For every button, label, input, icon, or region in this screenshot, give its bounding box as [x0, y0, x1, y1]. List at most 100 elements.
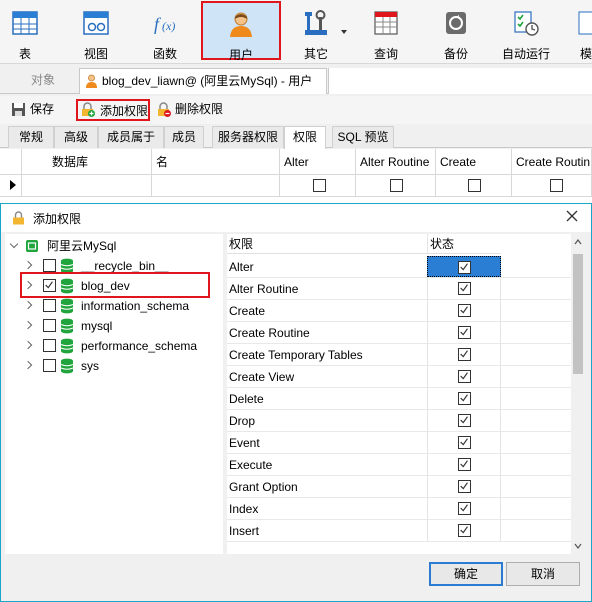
tree-item-db[interactable]: mysql — [5, 316, 223, 336]
toolbar-automation-button[interactable]: 自动运行 — [498, 0, 554, 62]
tab-general[interactable]: 常规 — [8, 126, 54, 148]
close-icon[interactable] — [565, 209, 579, 223]
tab-member-of[interactable]: 成员属于 — [98, 126, 164, 148]
checkbox[interactable] — [468, 179, 481, 192]
privilege-status-cell[interactable] — [427, 498, 501, 519]
privilege-checkbox-checked[interactable] — [458, 480, 471, 493]
privilege-checkbox-checked[interactable] — [458, 436, 471, 449]
cancel-button[interactable]: 取消 — [506, 562, 580, 586]
privilege-row[interactable]: Delete — [227, 388, 572, 410]
delete-privilege-button[interactable]: 删除权限 — [153, 99, 229, 121]
tab-members[interactable]: 成员 — [164, 126, 204, 148]
privilege-status-cell[interactable] — [427, 366, 501, 387]
privilege-status-cell[interactable] — [427, 454, 501, 475]
privilege-status-cell[interactable] — [427, 322, 501, 343]
chevron-right-icon[interactable] — [23, 360, 33, 370]
privilege-list-scrollbar[interactable] — [571, 234, 585, 554]
privilege-row[interactable]: Alter Routine — [227, 278, 572, 300]
toolbar-other-button[interactable]: 其它 — [287, 0, 347, 62]
grid-header-create[interactable]: Create — [436, 149, 512, 175]
privilege-row[interactable]: Create — [227, 300, 572, 322]
chevron-right-icon[interactable] — [23, 340, 33, 350]
grid-cell-name[interactable] — [152, 175, 280, 197]
privilege-status-cell[interactable] — [427, 410, 501, 431]
grid-header-database[interactable]: 数据库 — [22, 149, 152, 175]
privilege-checkbox-checked[interactable] — [458, 282, 471, 295]
scroll-up-icon[interactable] — [574, 238, 582, 246]
toolbar-view-button[interactable]: 视图 — [70, 0, 122, 62]
privilege-row[interactable]: Grant Option — [227, 476, 572, 498]
privilege-row[interactable]: Insert — [227, 520, 572, 542]
scrollbar-thumb[interactable] — [573, 254, 583, 374]
tab-objects[interactable]: 对象 — [8, 68, 78, 94]
toolbar-function-button[interactable]: f (x) 函数 — [140, 0, 190, 62]
tree-item-db[interactable]: information_schema — [5, 296, 223, 316]
db-checkbox[interactable] — [43, 359, 56, 372]
chevron-right-icon[interactable] — [23, 260, 33, 270]
db-checkbox[interactable] — [43, 319, 56, 332]
privilege-status-cell[interactable] — [427, 256, 501, 277]
privilege-checkbox-checked[interactable] — [458, 261, 471, 274]
db-checkbox[interactable] — [43, 339, 56, 352]
tab-sql-preview[interactable]: SQL 预览 — [332, 126, 394, 148]
grid-cell-alter[interactable] — [280, 175, 356, 197]
privilege-row[interactable]: Drop — [227, 410, 572, 432]
privilege-row[interactable]: Event — [227, 432, 572, 454]
privilege-column-header[interactable]: 权限 — [227, 234, 427, 254]
grid-header-alter[interactable]: Alter — [280, 149, 356, 175]
grid-cell-create-routine[interactable] — [512, 175, 592, 197]
add-privilege-button[interactable]: 添加权限 — [76, 99, 150, 121]
privilege-row[interactable]: Create Temporary Tables — [227, 344, 572, 366]
grid-header-alter-routine[interactable]: Alter Routine — [356, 149, 436, 175]
toolbar-table-button[interactable]: 表 — [0, 0, 50, 62]
save-button[interactable]: 保存 — [8, 99, 60, 121]
db-checkbox[interactable] — [43, 299, 56, 312]
privilege-status-cell[interactable] — [427, 278, 501, 299]
privilege-status-cell[interactable] — [427, 388, 501, 409]
privilege-status-cell[interactable] — [427, 476, 501, 497]
tab-server-privileges[interactable]: 服务器权限 — [212, 126, 284, 148]
privilege-row[interactable]: Create Routine — [227, 322, 572, 344]
privilege-checkbox-checked[interactable] — [458, 370, 471, 383]
grid-header-create-routine[interactable]: Create Routin — [512, 149, 592, 175]
tab-privileges[interactable]: 权限 — [284, 126, 326, 149]
grid-cell-create[interactable] — [436, 175, 512, 197]
privilege-checkbox-checked[interactable] — [458, 304, 471, 317]
checkbox[interactable] — [390, 179, 403, 192]
privilege-row[interactable]: Index — [227, 498, 572, 520]
chevron-right-icon[interactable] — [23, 300, 33, 310]
status-column-header[interactable]: 状态 — [427, 234, 501, 254]
privilege-checkbox-checked[interactable] — [458, 414, 471, 427]
toolbar-user-button[interactable]: 用户 — [201, 1, 281, 62]
checkbox[interactable] — [313, 179, 326, 192]
toolbar-model-button[interactable]: 模 — [576, 0, 592, 62]
db-checkbox[interactable] — [43, 259, 56, 272]
toolbar-query-button[interactable]: 查询 — [362, 0, 410, 62]
tree-item-db[interactable]: sys — [5, 356, 223, 376]
chevron-down-icon[interactable] — [341, 30, 347, 34]
privilege-status-cell[interactable] — [427, 520, 501, 541]
privilege-checkbox-checked[interactable] — [458, 392, 471, 405]
scroll-down-icon[interactable] — [574, 542, 582, 550]
checkbox[interactable] — [550, 179, 563, 192]
privilege-status-cell[interactable] — [427, 300, 501, 321]
privilege-row[interactable]: Alter — [227, 256, 572, 278]
tab-advanced[interactable]: 高级 — [54, 126, 98, 148]
privilege-checkbox-checked[interactable] — [458, 502, 471, 515]
ok-button[interactable]: 确定 — [429, 562, 503, 586]
privilege-checkbox-checked[interactable] — [458, 458, 471, 471]
privilege-status-cell[interactable] — [427, 344, 501, 365]
toolbar-backup-button[interactable]: 备份 — [432, 0, 480, 62]
grid-header-name[interactable]: 名 — [152, 149, 280, 175]
privilege-row[interactable]: Execute — [227, 454, 572, 476]
privilege-status-cell[interactable] — [427, 432, 501, 453]
privilege-checkbox-checked[interactable] — [458, 348, 471, 361]
privilege-checkbox-checked[interactable] — [458, 326, 471, 339]
grid-cell-alter-routine[interactable] — [356, 175, 436, 197]
chevron-down-icon[interactable] — [9, 239, 19, 249]
privilege-row[interactable]: Create View — [227, 366, 572, 388]
grid-cell-database[interactable] — [22, 175, 152, 197]
privilege-checkbox-checked[interactable] — [458, 524, 471, 537]
tree-item-db[interactable]: performance_schema — [5, 336, 223, 356]
tab-user-editor[interactable]: blog_dev_liawn@ (阿里云MySql) - 用户 — [79, 68, 327, 94]
